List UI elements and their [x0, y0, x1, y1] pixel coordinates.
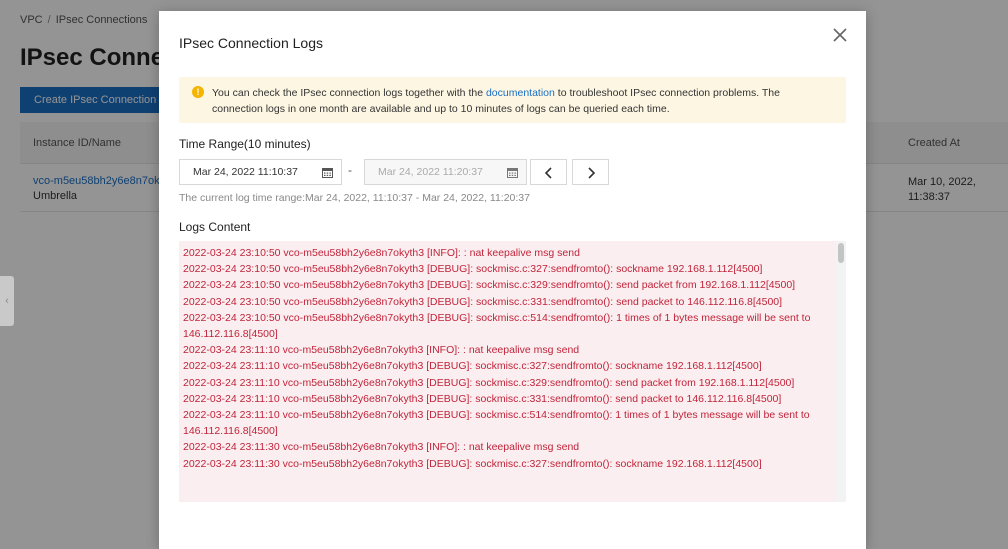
- log-line: 2022-03-24 23:10:50 vco-m5eu58bh2y6e8n7o…: [183, 247, 580, 259]
- log-line: 2022-03-24 23:11:10 vco-m5eu58bh2y6e8n7o…: [183, 392, 782, 405]
- log-line: 2022-03-24 23:10:50 vco-m5eu58bh2y6e8n7o…: [183, 263, 763, 276]
- close-icon: [833, 28, 847, 42]
- logs-scrollbar[interactable]: [836, 241, 846, 502]
- chevron-left-icon: ‹: [5, 295, 9, 307]
- log-lines: 2022-03-24 23:10:50 vco-m5eu58bh2y6e8n7o…: [183, 245, 828, 472]
- log-line: 2022-03-24 23:11:10 vco-m5eu58bh2y6e8n7o…: [183, 344, 580, 357]
- ipsec-logs-dialog: IPsec Connection Logs ! You can check th…: [159, 11, 866, 549]
- dialog-title: IPsec Connection Logs: [179, 35, 323, 51]
- logs-content-label: Logs Content: [179, 220, 251, 234]
- log-line: 2022-03-24 23:10:50 vco-m5eu58bh2y6e8n7o…: [183, 311, 811, 341]
- log-line: 2022-03-24 23:10:50 vco-m5eu58bh2y6e8n7o…: [183, 279, 796, 292]
- range-separator: -: [348, 163, 352, 177]
- logs-content-area[interactable]: 2022-03-24 23:10:50 vco-m5eu58bh2y6e8n7o…: [179, 241, 846, 502]
- calendar-icon: [507, 168, 518, 178]
- notice-text: You can check the IPsec connection logs …: [212, 85, 832, 117]
- chevron-right-icon: [588, 167, 596, 179]
- documentation-link[interactable]: documentation: [486, 87, 555, 99]
- end-time-value: Mar 24, 2022 11:20:37: [378, 166, 483, 178]
- log-line: 2022-03-24 23:11:30 vco-m5eu58bh2y6e8n7o…: [183, 457, 762, 470]
- time-range-label: Time Range(10 minutes): [179, 137, 311, 151]
- end-time-picker: Mar 24, 2022 11:20:37: [364, 159, 527, 185]
- current-range-hint: The current log time range:Mar 24, 2022,…: [179, 192, 530, 204]
- log-line: 2022-03-24 23:11:10 vco-m5eu58bh2y6e8n7o…: [183, 360, 762, 373]
- start-time-picker[interactable]: Mar 24, 2022 11:10:37: [179, 159, 342, 185]
- log-line: 2022-03-24 23:10:50 vco-m5eu58bh2y6e8n7o…: [183, 295, 783, 308]
- log-line: 2022-03-24 23:11:10 vco-m5eu58bh2y6e8n7o…: [183, 376, 795, 389]
- start-time-value: Mar 24, 2022 11:10:37: [193, 166, 298, 178]
- log-line: 2022-03-24 23:11:10 vco-m5eu58bh2y6e8n7o…: [183, 409, 810, 438]
- info-notice: ! You can check the IPsec connection log…: [179, 77, 846, 123]
- sidebar-collapse-handle[interactable]: ‹: [0, 276, 14, 326]
- notice-text-before: You can check the IPsec connection logs …: [212, 87, 486, 99]
- logs-scrollbar-thumb[interactable]: [838, 243, 844, 263]
- warning-icon: !: [192, 86, 204, 98]
- log-line: 2022-03-24 23:11:30 vco-m5eu58bh2y6e8n7o…: [183, 441, 580, 454]
- chevron-left-icon: [544, 167, 552, 179]
- calendar-icon: [322, 168, 333, 178]
- previous-range-button[interactable]: [530, 159, 567, 185]
- close-button[interactable]: [832, 27, 848, 43]
- next-range-button[interactable]: [572, 159, 609, 185]
